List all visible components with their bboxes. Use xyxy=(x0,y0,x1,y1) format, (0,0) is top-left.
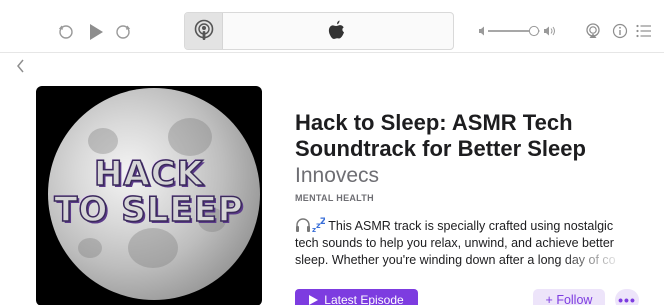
podcasts-app-icon[interactable] xyxy=(185,13,223,49)
info-icon[interactable] xyxy=(610,21,630,41)
show-artwork: HACK TO SLEEP xyxy=(36,86,262,305)
headphones-sleep-icon: z z Z xyxy=(295,217,327,234)
airplay-icon[interactable] xyxy=(583,21,603,41)
show-category[interactable]: MENTAL HEALTH xyxy=(295,193,374,203)
artwork-title-line1: HACK xyxy=(93,153,205,195)
toolbar xyxy=(0,0,664,53)
play-icon[interactable] xyxy=(86,21,106,43)
description-fade xyxy=(560,251,640,269)
play-icon xyxy=(309,295,319,305)
apple-logo-icon xyxy=(327,20,347,42)
more-options-button[interactable]: ••• xyxy=(615,289,639,305)
latest-episode-button[interactable]: Latest Episode xyxy=(295,289,418,305)
artwork-title-line2: TO SLEEP xyxy=(54,189,244,231)
volume-slider[interactable] xyxy=(478,24,558,38)
list-icon[interactable] xyxy=(634,21,654,41)
svg-text:Z: Z xyxy=(320,217,325,227)
show-title: Hack to Sleep: ASMR Tech Soundtrack for … xyxy=(295,110,586,161)
skip-forward-icon[interactable] xyxy=(113,22,133,42)
latest-episode-label: Latest Episode xyxy=(324,293,404,305)
now-playing-display xyxy=(184,12,454,50)
skip-back-icon[interactable] xyxy=(56,22,76,42)
chevron-left-icon[interactable] xyxy=(16,59,30,77)
show-author[interactable]: Innovecs xyxy=(295,164,379,188)
follow-button[interactable]: + Follow xyxy=(533,289,605,305)
